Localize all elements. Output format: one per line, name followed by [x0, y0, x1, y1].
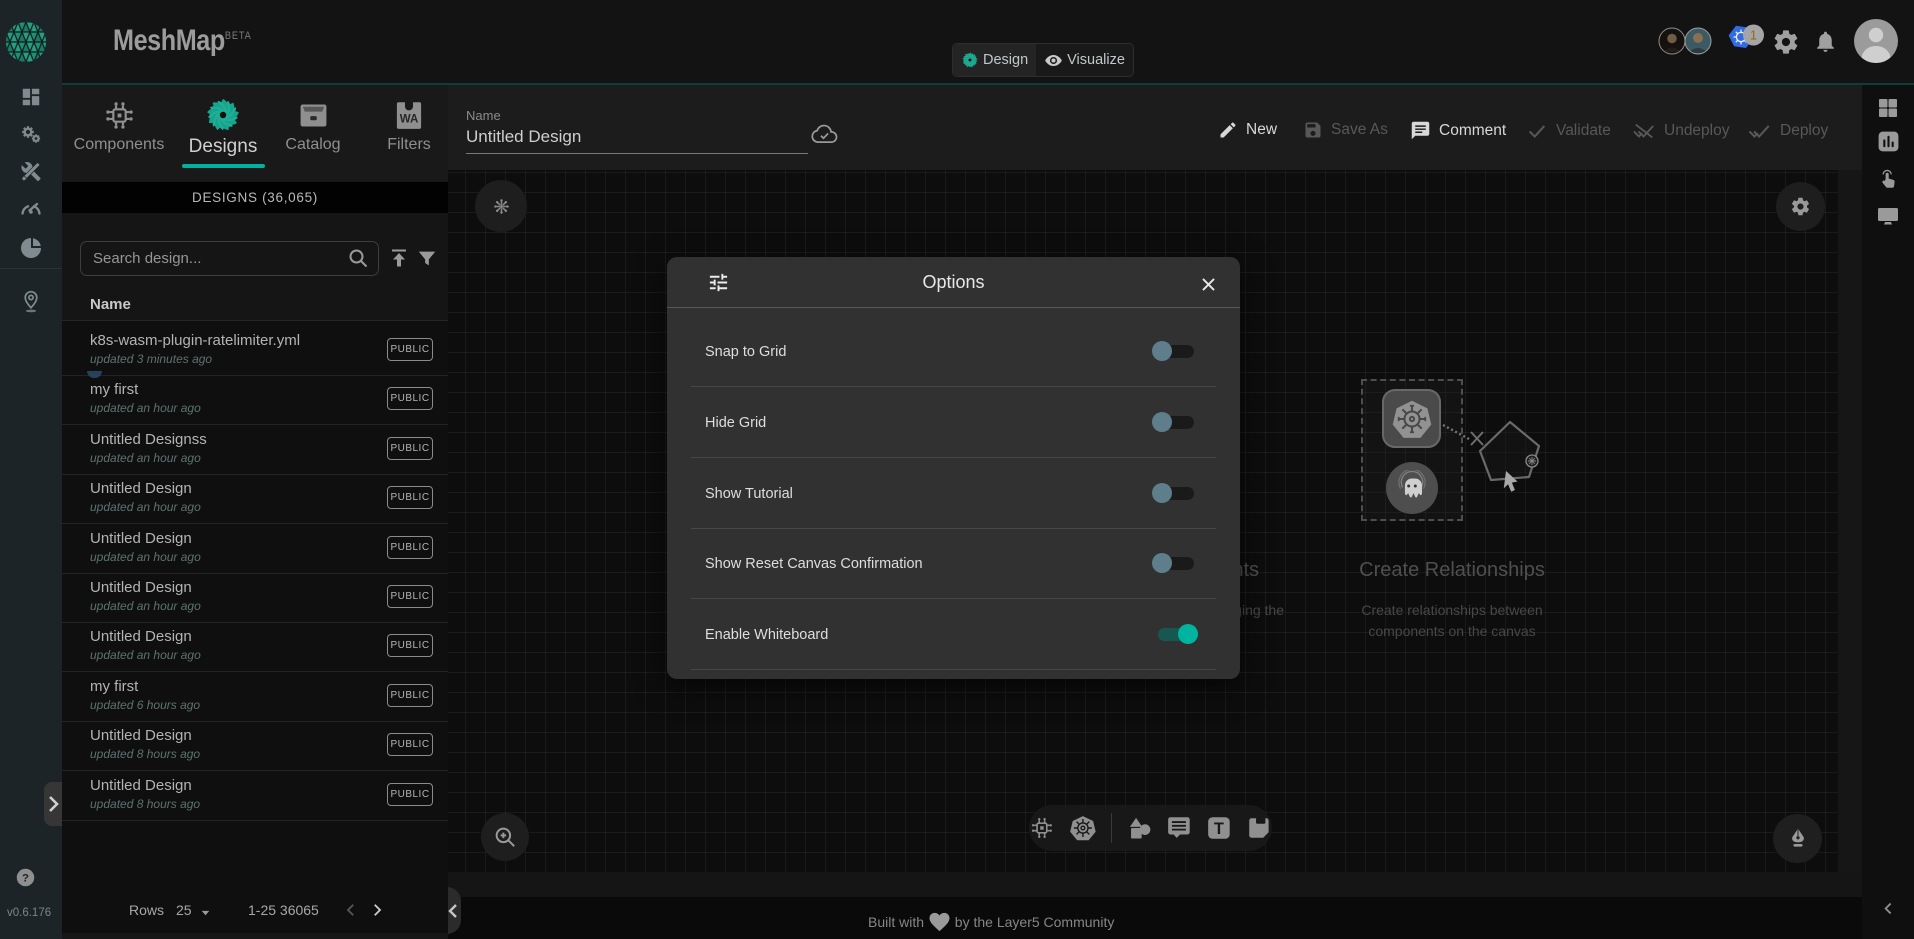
- svg-text:1: 1: [1750, 29, 1757, 43]
- svg-text:WA: WA: [400, 114, 419, 126]
- svg-text:T: T: [1214, 820, 1224, 838]
- svg-text:?: ?: [22, 873, 29, 885]
